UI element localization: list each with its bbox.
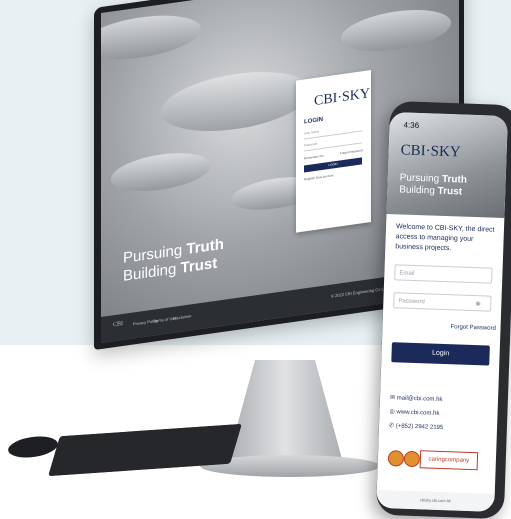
tagline-line1: Pursuing (399, 172, 440, 185)
phone-icon: ✆ (388, 423, 395, 430)
contact-phone-text: (+852) 2942 2195 (395, 423, 444, 432)
contact-email-text: mail@cbi.com.hk (396, 395, 443, 404)
contact-email[interactable]: ✉ mail@cbi.com.hk (390, 394, 443, 403)
mouse (6, 433, 60, 461)
cbi-sky-logo: CBI·SKY (400, 142, 461, 161)
phone-screen: 4:36 CBI·SKY Pursuing Truth Building Tru… (376, 112, 508, 512)
globe-icon: ◎ (389, 409, 395, 416)
iso-badge-icon (387, 450, 405, 467)
decorative-disc (161, 63, 311, 140)
tagline-line2-bold: Trust (180, 254, 218, 277)
remember-me-checkbox[interactable]: Remember me (304, 154, 324, 161)
caring-company-logo: caringcompany (419, 450, 479, 471)
login-button[interactable]: Login (391, 342, 490, 366)
decorative-disc (111, 147, 211, 197)
phone-hero: 4:36 CBI·SKY Pursuing Truth Building Tru… (386, 112, 508, 219)
login-title: LOGIN (304, 116, 323, 126)
contact-website[interactable]: ◎ www.cbi.com.hk (389, 408, 439, 417)
contact-phone[interactable]: ✆ (+852) 2942 2195 (389, 422, 443, 431)
desktop-tagline: Pursuing Truth Building Trust (123, 236, 224, 286)
tagline-line2: Building (399, 184, 436, 197)
status-time: 4:36 (403, 120, 420, 131)
iso-badge-icon (403, 450, 421, 468)
welcome-text: Welcome to CBI-SKY, the direct access to… (395, 223, 495, 253)
footer-link-disclaimer[interactable]: Disclaimer (173, 313, 192, 321)
desktop-login-panel: CBI·SKY LOGIN User Name Password Remembe… (296, 70, 371, 233)
eye-icon[interactable]: ◉ (475, 300, 480, 307)
footer-logo: CBI (113, 320, 124, 329)
mail-icon: ✉ (389, 395, 396, 402)
tagline-line1-bold: Truth (441, 173, 468, 186)
decorative-disc (341, 3, 451, 58)
email-placeholder: Email (399, 270, 415, 277)
cbi-sky-logo: CBI·SKY (314, 86, 371, 110)
contact-website-text: www.cbi.com.hk (396, 409, 440, 417)
register-link[interactable]: Register New Account (304, 173, 334, 181)
tagline-line2-bold: Trust (437, 185, 463, 198)
decorative-disc (101, 8, 201, 66)
login-button[interactable]: LOGIN (304, 157, 362, 173)
forgot-password-link[interactable]: Forgot Password (450, 324, 496, 332)
email-input[interactable]: Email (394, 264, 493, 284)
password-placeholder: Password (398, 298, 425, 306)
phone-tagline: Pursuing Truth Building Trust (399, 172, 467, 198)
forgot-password-link[interactable]: Forgot Password (340, 148, 363, 155)
monitor-stand (225, 360, 345, 470)
